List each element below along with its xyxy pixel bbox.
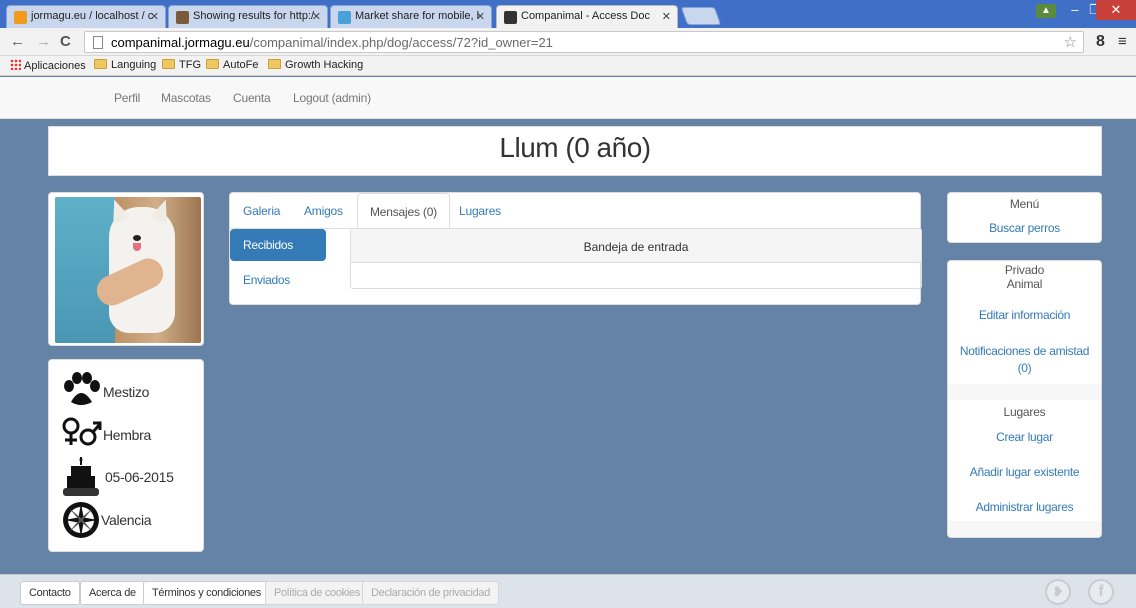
editar-informacion-link[interactable]: Editar información: [948, 307, 1101, 324]
lugares-heading: Lugares: [1003, 405, 1046, 419]
close-tab-icon[interactable]: ✕: [662, 10, 671, 23]
reload-icon[interactable]: C: [60, 33, 71, 50]
forward-arrow-icon[interactable]: →: [36, 33, 51, 50]
url-input[interactable]: companimal.jormagu.eu/companimal/index.p…: [84, 31, 1084, 53]
bookmark-languing[interactable]: Languing: [94, 59, 156, 71]
close-tab-icon[interactable]: ✕: [150, 10, 159, 23]
page-title-box: Llum (0 año): [48, 126, 1102, 176]
profile-tab-bar: Galeria Amigos Mensajes (0) Lugares: [230, 193, 920, 230]
location-row: Valencia: [61, 500, 201, 540]
administrar-lugares-link[interactable]: Administrar lugares: [948, 499, 1101, 516]
nav-cuenta[interactable]: Cuenta: [233, 91, 271, 105]
sex-row: Hembra: [61, 415, 201, 455]
tab-galeria[interactable]: Galeria: [243, 204, 280, 218]
birthdate-value: 05-06-2015: [105, 469, 174, 485]
sex-value: Hembra: [103, 427, 151, 443]
cookies-button[interactable]: Política de cookies: [265, 581, 370, 605]
terminos-button[interactable]: Términos y condiciones: [143, 581, 270, 605]
compass-icon: [63, 502, 99, 538]
section-divider: [948, 521, 1101, 537]
extension-icon[interactable]: 8: [1096, 33, 1105, 51]
new-tab-button[interactable]: [680, 7, 722, 25]
nav-perfil[interactable]: Perfil: [114, 91, 140, 105]
bookmark-star-icon[interactable]: ☆: [1064, 33, 1077, 51]
browser-tab-market-share[interactable]: Market share for mobile, l ✕: [330, 5, 492, 28]
birthdate-row: 05-06-2015: [61, 457, 201, 497]
nav-mascotas[interactable]: Mascotas: [161, 91, 211, 105]
folder-icon: [94, 59, 107, 69]
apps-icon: [10, 59, 21, 70]
dog-info-panel: Mestizo Hembra 05-06-2015 Valencia: [48, 359, 204, 552]
phpmyadmin-favicon-icon: [14, 11, 27, 24]
folder-icon: [206, 59, 219, 69]
privacidad-button[interactable]: Declaración de privacidad: [362, 581, 500, 605]
dog-photo[interactable]: [55, 197, 201, 343]
nav-logout[interactable]: Logout (admin): [293, 91, 371, 105]
paw-icon: [64, 372, 100, 405]
folder-icon: [268, 59, 281, 69]
browser-tab-title: jormagu.eu / localhost / c: [31, 10, 154, 22]
bookmark-autofe[interactable]: AutoFe: [206, 59, 258, 71]
twitter-icon[interactable]: ❥: [1045, 579, 1071, 605]
wappalyzer-favicon-icon: [176, 11, 189, 24]
browser-tab-results[interactable]: Showing results for http:/ ✕: [168, 5, 328, 28]
close-tab-icon[interactable]: ✕: [476, 10, 485, 23]
menu-hamburger-icon[interactable]: ≡: [1118, 33, 1127, 50]
close-tab-icon[interactable]: ✕: [312, 10, 321, 23]
browser-tab-title: Companimal - Access Doc: [521, 10, 650, 22]
private-heading: Privado: [1004, 263, 1045, 277]
user-profile-icon[interactable]: ▲: [1036, 4, 1056, 18]
breed-row: Mestizo: [61, 372, 201, 412]
notificaciones-amistad-link[interactable]: Notificaciones de amistad (0): [948, 343, 1101, 377]
section-divider: [948, 384, 1101, 400]
chart-favicon-icon: [338, 11, 351, 24]
animal-heading: Animal: [1006, 277, 1043, 291]
anadir-lugar-link[interactable]: Añadir lugar existente: [948, 464, 1101, 481]
location-value: Valencia: [101, 512, 152, 528]
folder-icon: [162, 59, 175, 69]
inbox-panel: Bandeja de entrada: [350, 228, 922, 289]
profile-tabs-panel: Galeria Amigos Mensajes (0) Lugares Reci…: [229, 192, 922, 305]
birthday-cake-icon: [63, 457, 99, 496]
tab-amigos[interactable]: Amigos: [304, 204, 343, 218]
tab-mensajes[interactable]: Mensajes (0): [357, 193, 450, 230]
bookmark-growth-hacking[interactable]: Growth Hacking: [268, 59, 363, 71]
window-close-icon[interactable]: ✕: [1096, 0, 1136, 20]
inbox-heading: Bandeja de entrada: [351, 229, 921, 263]
address-bar: ← → C companimal.jormagu.eu/companimal/i…: [0, 28, 1136, 56]
folder-enviados[interactable]: Enviados: [230, 264, 326, 296]
breed-value: Mestizo: [103, 384, 150, 400]
browser-tab-title: Market share for mobile, l: [355, 10, 480, 22]
bookmark-apps[interactable]: Aplicaciones: [10, 59, 86, 72]
acerca-de-button[interactable]: Acerca de: [80, 581, 145, 605]
folder-recibidos[interactable]: Recibidos: [230, 229, 326, 261]
menu-heading: Menú: [1009, 197, 1040, 211]
contacto-button[interactable]: Contacto: [20, 581, 80, 605]
browser-tab-companimal[interactable]: Companimal - Access Doc ✕: [496, 5, 678, 28]
url-text: companimal.jormagu.eu/companimal/index.p…: [111, 35, 553, 50]
crear-lugar-link[interactable]: Crear lugar: [948, 429, 1101, 446]
private-panel: Privado Animal Editar información Notifi…: [947, 260, 1102, 538]
browser-tab-bar: jormagu.eu / localhost / c ✕ Showing res…: [0, 0, 1136, 28]
menu-panel: Menú Buscar perros: [947, 192, 1102, 243]
bookmarks-bar: Aplicaciones Languing TFG AutoFe Growth …: [0, 56, 1136, 76]
tab-lugares[interactable]: Lugares: [459, 204, 501, 218]
buscar-perros-link[interactable]: Buscar perros: [948, 220, 1101, 237]
site-navbar: Perfil Mascotas Cuenta Logout (admin): [0, 77, 1136, 119]
gender-symbols-icon: [62, 417, 102, 446]
browser-tab-title: Showing results for http:/: [193, 10, 315, 22]
page-icon: [93, 36, 103, 49]
page-title: Llum (0 año): [499, 132, 651, 163]
paw-favicon-icon: [504, 11, 517, 24]
browser-tab-phpmyadmin[interactable]: jormagu.eu / localhost / c ✕: [6, 5, 166, 28]
dog-photo-panel: [48, 192, 204, 346]
facebook-icon[interactable]: f: [1088, 579, 1114, 605]
back-arrow-icon[interactable]: ←: [10, 33, 25, 50]
bookmark-tfg[interactable]: TFG: [162, 59, 201, 71]
site-footer: Contacto Acerca de Términos y condicione…: [0, 574, 1136, 608]
